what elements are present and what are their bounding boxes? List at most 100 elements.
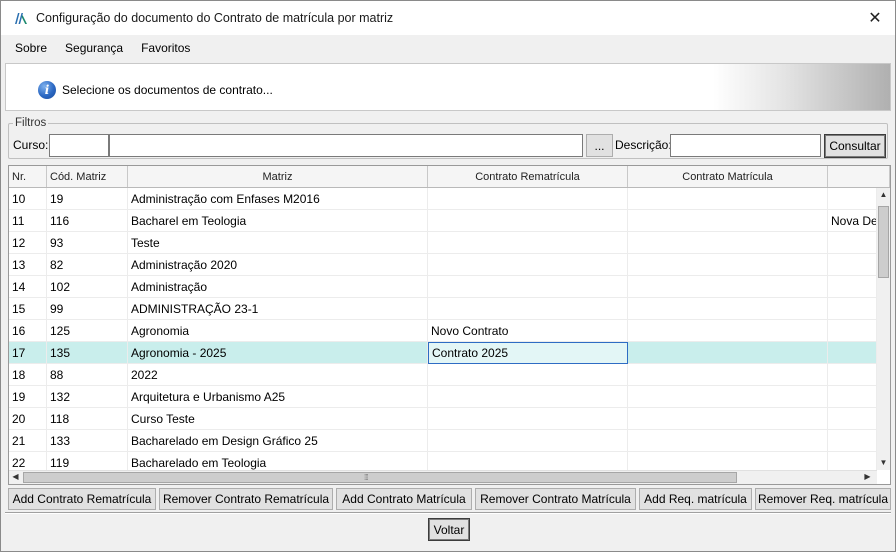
cell-contrato-matricula[interactable] <box>628 320 828 342</box>
cell-cod-matriz[interactable]: 133 <box>47 430 128 452</box>
cell-contrato-matricula[interactable] <box>628 254 828 276</box>
cell-contrato-rematricula[interactable] <box>428 232 628 254</box>
title-bar[interactable]: Configuração do documento do Contrato de… <box>1 1 895 35</box>
cell-contrato-rematricula[interactable] <box>428 408 628 430</box>
table-row[interactable]: 14 102 Administração <box>9 276 877 298</box>
cell-contrato-rematricula[interactable] <box>428 364 628 386</box>
voltar-button[interactable]: Voltar <box>428 518 470 541</box>
scroll-up-icon[interactable]: ▲ <box>877 190 890 199</box>
cell-nr[interactable]: 21 <box>9 430 47 452</box>
cell-matriz[interactable]: Bacharelado em Design Gráfico 25 <box>128 430 428 452</box>
curso-lookup-button[interactable]: ... <box>586 134 613 157</box>
cell-cod-matriz[interactable]: 135 <box>47 342 128 364</box>
cell-extra[interactable] <box>828 386 877 408</box>
table-row[interactable]: 13 82 Administração 2020 <box>9 254 877 276</box>
remover-contrato-matricula-button[interactable]: Remover Contrato Matrícula <box>475 488 636 510</box>
cell-matriz[interactable]: Administração com Enfases M2016 <box>128 188 428 210</box>
cell-matriz[interactable]: Teste <box>128 232 428 254</box>
table-row[interactable]: 10 19 Administração com Enfases M2016 <box>9 188 877 210</box>
horizontal-scroll-thumb[interactable]: ⁞⁞⁞ <box>23 472 737 483</box>
cell-nr[interactable]: 13 <box>9 254 47 276</box>
cell-extra[interactable]: Nova Dec <box>828 210 877 232</box>
cell-contrato-rematricula[interactable] <box>428 276 628 298</box>
cell-extra[interactable] <box>828 364 877 386</box>
cell-extra[interactable] <box>828 320 877 342</box>
cell-contrato-rematricula[interactable] <box>428 430 628 452</box>
cell-contrato-matricula[interactable] <box>628 364 828 386</box>
cell-contrato-matricula[interactable] <box>628 210 828 232</box>
add-contrato-matricula-button[interactable]: Add Contrato Matrícula <box>336 488 472 510</box>
table-row[interactable]: 17 135 Agronomia - 2025 Contrato 2025 <box>9 342 877 364</box>
cell-contrato-rematricula[interactable]: Novo Contrato <box>428 320 628 342</box>
cell-extra[interactable] <box>828 408 877 430</box>
column-header-nr[interactable]: Nr. <box>9 166 47 187</box>
cell-cod-matriz[interactable]: 19 <box>47 188 128 210</box>
cell-contrato-rematricula[interactable]: Contrato 2025 <box>428 342 628 364</box>
cell-cod-matriz[interactable]: 132 <box>47 386 128 408</box>
add-contrato-rematricula-button[interactable]: Add Contrato Rematrícula <box>8 488 156 510</box>
scroll-right-icon[interactable]: ▶ <box>861 472 874 481</box>
cell-contrato-matricula[interactable] <box>628 430 828 452</box>
menu-sobre[interactable]: Sobre <box>5 41 55 55</box>
column-header-extra[interactable] <box>828 166 890 187</box>
cell-contrato-matricula[interactable] <box>628 276 828 298</box>
cell-extra[interactable] <box>828 232 877 254</box>
cell-matriz[interactable]: Curso Teste <box>128 408 428 430</box>
cell-cod-matriz[interactable]: 118 <box>47 408 128 430</box>
table-row[interactable]: 11116Bacharel em Teologia Nova Dec <box>9 210 877 232</box>
cell-extra[interactable] <box>828 276 877 298</box>
table-row[interactable]: 12 93 Teste <box>9 232 877 254</box>
cell-matriz[interactable]: Agronomia - 2025 <box>128 342 428 364</box>
column-header-contrato-rematricula[interactable]: Contrato Rematrícula <box>428 166 628 187</box>
curso-name-input[interactable] <box>109 134 583 157</box>
cell-extra[interactable] <box>828 254 877 276</box>
add-req-matricula-button[interactable]: Add Req. matrícula <box>639 488 752 510</box>
cell-contrato-rematricula[interactable] <box>428 254 628 276</box>
cell-contrato-matricula[interactable] <box>628 298 828 320</box>
cell-cod-matriz[interactable]: 93 <box>47 232 128 254</box>
cell-matriz[interactable]: Administração 2020 <box>128 254 428 276</box>
table-row[interactable]: 16 125 Agronomia Novo Contrato <box>9 320 877 342</box>
cell-nr[interactable]: 15 <box>9 298 47 320</box>
cell-nr[interactable]: 16 <box>9 320 47 342</box>
cell-cod-matriz[interactable]: 116 <box>47 210 128 232</box>
cell-matriz[interactable]: 2022 <box>128 364 428 386</box>
column-header-matriz[interactable]: Matriz <box>128 166 428 187</box>
cell-nr[interactable]: 11 <box>9 210 47 232</box>
cell-cod-matriz[interactable]: 88 <box>47 364 128 386</box>
scroll-down-icon[interactable]: ▼ <box>877 458 890 467</box>
cell-matriz[interactable]: Arquitetura e Urbanismo A25 <box>128 386 428 408</box>
cell-cod-matriz[interactable]: 125 <box>47 320 128 342</box>
cell-matriz[interactable]: Administração <box>128 276 428 298</box>
cell-nr[interactable]: 19 <box>9 386 47 408</box>
curso-code-input[interactable] <box>49 134 109 157</box>
remover-contrato-rematricula-button[interactable]: Remover Contrato Rematrícula <box>159 488 333 510</box>
vertical-scrollbar[interactable]: ▲ ▼ <box>877 188 890 470</box>
cell-nr[interactable]: 20 <box>9 408 47 430</box>
cell-matriz[interactable]: Agronomia <box>128 320 428 342</box>
cell-cod-matriz[interactable]: 99 <box>47 298 128 320</box>
remover-req-matricula-button[interactable]: Remover Req. matrícula <box>755 488 891 510</box>
cell-contrato-rematricula[interactable] <box>428 210 628 232</box>
horizontal-scrollbar[interactable]: ◀ ⁞⁞⁞ ▶ <box>9 470 877 484</box>
cell-contrato-rematricula[interactable] <box>428 386 628 408</box>
cell-cod-matriz[interactable]: 82 <box>47 254 128 276</box>
cell-extra[interactable] <box>828 298 877 320</box>
cell-contrato-rematricula[interactable] <box>428 298 628 320</box>
table-row[interactable]: 20 118 Curso Teste <box>9 408 877 430</box>
column-header-contrato-matricula[interactable]: Contrato Matrícula <box>628 166 828 187</box>
cell-extra[interactable] <box>828 188 877 210</box>
cell-nr[interactable]: 17 <box>9 342 47 364</box>
menu-favoritos[interactable]: Favoritos <box>131 41 198 55</box>
consultar-button[interactable]: Consultar <box>824 134 886 158</box>
cell-contrato-matricula[interactable] <box>628 408 828 430</box>
menu-seguranca[interactable]: Segurança <box>55 41 131 55</box>
cell-nr[interactable]: 10 <box>9 188 47 210</box>
cell-contrato-matricula[interactable] <box>628 386 828 408</box>
cell-extra[interactable] <box>828 342 877 364</box>
cell-contrato-matricula[interactable] <box>628 342 828 364</box>
cell-contrato-rematricula[interactable] <box>428 188 628 210</box>
table-row[interactable]: 18 88 2022 <box>9 364 877 386</box>
cell-nr[interactable]: 12 <box>9 232 47 254</box>
cell-cod-matriz[interactable]: 102 <box>47 276 128 298</box>
